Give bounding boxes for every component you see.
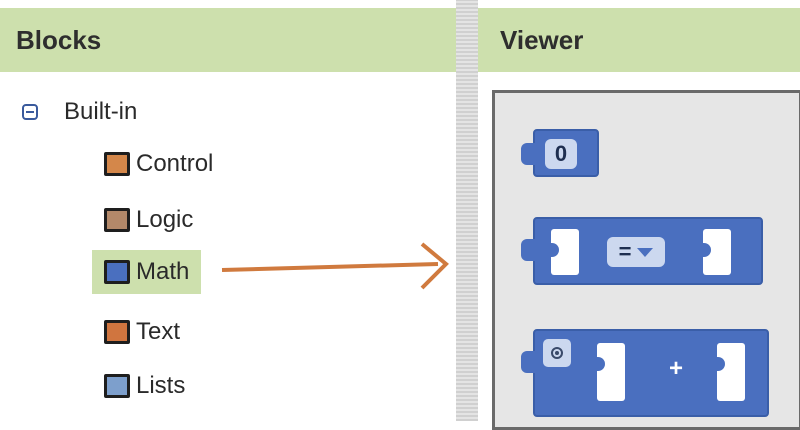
viewer-panel-header: Viewer <box>478 8 800 72</box>
mutator-gear-icon[interactable] <box>543 339 571 367</box>
math-number-block[interactable]: 0 <box>521 129 599 177</box>
math-compare-block[interactable]: = <box>521 217 763 285</box>
viewer-panel: Viewer 0 = + <box>478 0 800 430</box>
collapse-icon[interactable] <box>22 104 38 120</box>
panel-resize-divider[interactable] <box>456 0 478 421</box>
tree-item-control[interactable]: Control <box>104 150 213 178</box>
tree-item-logic[interactable]: Logic <box>104 206 193 234</box>
dropdown-arrow-icon <box>637 247 654 257</box>
blocks-panel-title: Blocks <box>16 24 102 55</box>
tree-item-math[interactable]: Math <box>92 250 202 294</box>
tree-item-text[interactable]: Text <box>104 318 180 346</box>
blocks-panel: Blocks Built-in Control Logic Math Text … <box>0 0 456 421</box>
logic-swatch-icon <box>104 208 130 232</box>
add-operand-1-socket[interactable] <box>591 343 625 401</box>
add-operator-label: + <box>669 355 684 382</box>
tree-root-built-in[interactable]: Built-in <box>22 98 137 126</box>
block-output-nub <box>521 239 537 261</box>
math-swatch-icon <box>104 260 130 284</box>
tree-item-label: Text <box>136 318 181 345</box>
math-add-block[interactable]: + <box>521 329 769 417</box>
add-operand-2-socket[interactable] <box>711 343 745 401</box>
lists-swatch-icon <box>104 374 130 398</box>
block-output-nub <box>521 143 537 165</box>
tree-item-label: Math <box>136 258 190 285</box>
control-swatch-icon <box>104 152 130 176</box>
tree-item-label: Logic <box>136 206 194 233</box>
block-output-nub <box>521 351 537 373</box>
tree-root-label: Built-in <box>64 98 138 125</box>
tree-item-label: Control <box>136 150 214 177</box>
right-operand-socket[interactable] <box>697 229 731 275</box>
left-operand-socket[interactable] <box>545 229 579 275</box>
tree-item-label: Lists <box>136 372 186 399</box>
text-swatch-icon <box>104 320 130 344</box>
number-field[interactable]: 0 <box>545 139 577 169</box>
blocks-workspace[interactable]: 0 = + <box>492 90 800 430</box>
tree-item-lists[interactable]: Lists <box>104 372 185 400</box>
blocks-panel-header: Blocks <box>0 8 456 72</box>
viewer-panel-title: Viewer <box>500 24 584 55</box>
compare-operator-label: = <box>618 239 632 264</box>
compare-operator-dropdown[interactable]: = <box>607 237 665 267</box>
